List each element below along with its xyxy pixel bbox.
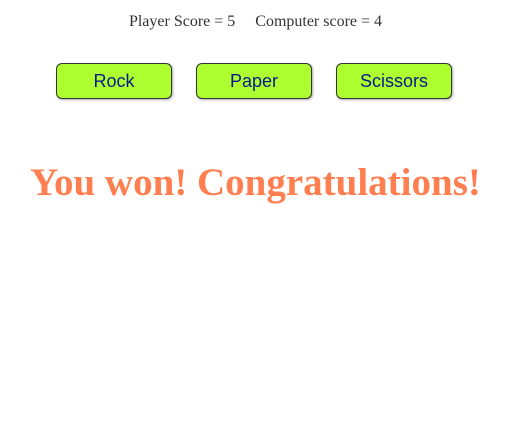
choice-buttons: Rock Paper Scissors bbox=[56, 63, 456, 102]
paper-button[interactable]: Paper bbox=[196, 63, 312, 99]
scoreboard: Player Score = 5 Computer score = 4 bbox=[0, 13, 511, 31]
player-score: Player Score = 5 bbox=[128, 13, 236, 30]
computer-score: Computer score = 4 bbox=[255, 13, 383, 30]
scissors-button[interactable]: Scissors bbox=[336, 63, 452, 99]
rock-button[interactable]: Rock bbox=[56, 63, 172, 99]
result-message: You won! Congratulations! bbox=[30, 161, 481, 204]
